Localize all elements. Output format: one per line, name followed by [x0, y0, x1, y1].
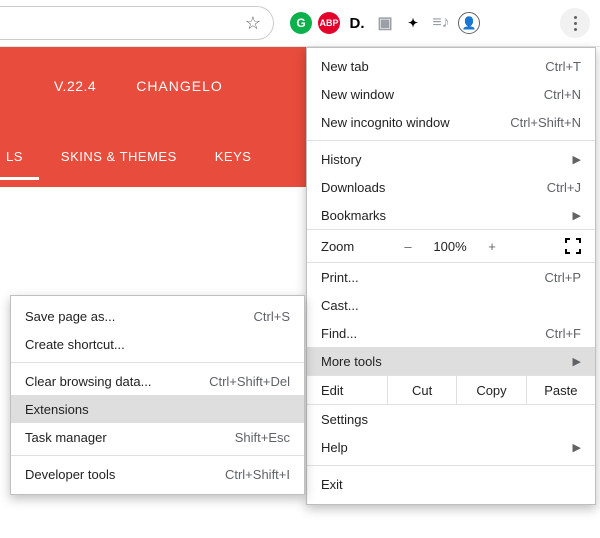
chrome-menu-button[interactable]: [560, 8, 590, 38]
reading-list-icon[interactable]: ≡♪: [430, 12, 452, 34]
menu-new-window[interactable]: New windowCtrl+N: [307, 80, 595, 108]
menu-separator: [11, 455, 304, 456]
menu-downloads[interactable]: DownloadsCtrl+J: [307, 173, 595, 201]
menu-cast[interactable]: Cast...: [307, 291, 595, 319]
edit-copy[interactable]: Copy: [456, 376, 525, 404]
grammarly-icon[interactable]: G: [290, 12, 312, 34]
chevron-right-icon: ▶: [573, 441, 581, 454]
omnibox[interactable]: ☆: [0, 6, 274, 40]
tab-keys[interactable]: KEYS: [213, 143, 254, 170]
adblock-plus-icon[interactable]: ABP: [318, 12, 340, 34]
edit-cut[interactable]: Cut: [387, 376, 456, 404]
kebab-icon: [574, 14, 577, 32]
menu-bookmarks[interactable]: Bookmarks▶: [307, 201, 595, 229]
version-text: V.22.4: [54, 78, 96, 94]
menu-zoom-row: Zoom – 100% +: [307, 229, 595, 263]
menu-settings[interactable]: Settings: [307, 405, 595, 433]
fullscreen-icon[interactable]: [565, 238, 581, 254]
browser-toolbar: ☆ G ABP D. ▣ ✦ ≡♪ 👤: [0, 0, 600, 47]
menu-print[interactable]: Print...Ctrl+P: [307, 263, 595, 291]
menu-edit-row: Edit Cut Copy Paste: [307, 375, 595, 405]
tab-skins[interactable]: SKINS & THEMES: [59, 143, 179, 170]
submenu-save-page[interactable]: Save page as...Ctrl+S: [11, 302, 304, 330]
chevron-right-icon: ▶: [573, 153, 581, 166]
submenu-developer-tools[interactable]: Developer toolsCtrl+Shift+I: [11, 460, 304, 488]
changelog-link[interactable]: CHANGELO: [136, 78, 223, 94]
submenu-clear-data[interactable]: Clear browsing data...Ctrl+Shift+Del: [11, 367, 304, 395]
tab-left[interactable]: LS: [4, 143, 25, 170]
chevron-right-icon: ▶: [573, 209, 581, 222]
d-extension-icon[interactable]: D.: [346, 12, 368, 34]
more-tools-submenu: Save page as...Ctrl+S Create shortcut...…: [10, 295, 305, 495]
menu-separator: [307, 140, 595, 141]
extensions-puzzle-icon[interactable]: ✦: [402, 12, 424, 34]
menu-separator: [11, 362, 304, 363]
zoom-in-button[interactable]: +: [475, 239, 509, 254]
zoom-value: 100%: [425, 239, 475, 254]
page-content: V.22.4 CHANGELO LS SKINS & THEMES KEYS: [0, 47, 334, 187]
menu-separator: [307, 465, 595, 466]
submenu-task-manager[interactable]: Task managerShift+Esc: [11, 423, 304, 451]
menu-new-incognito[interactable]: New incognito windowCtrl+Shift+N: [307, 108, 595, 136]
bookmark-star-icon[interactable]: ☆: [245, 13, 261, 34]
profile-avatar-icon[interactable]: 👤: [458, 12, 480, 34]
person-box-icon[interactable]: ▣: [374, 12, 396, 34]
menu-new-tab[interactable]: New tabCtrl+T: [307, 52, 595, 80]
edit-paste[interactable]: Paste: [526, 376, 595, 404]
zoom-label: Zoom: [321, 239, 391, 254]
chrome-main-menu: New tabCtrl+T New windowCtrl+N New incog…: [306, 47, 596, 505]
submenu-extensions[interactable]: Extensions: [11, 395, 304, 423]
menu-exit[interactable]: Exit: [307, 470, 595, 498]
chevron-right-icon: ▶: [573, 355, 581, 368]
edit-label: Edit: [307, 383, 387, 398]
submenu-create-shortcut[interactable]: Create shortcut...: [11, 330, 304, 358]
menu-help[interactable]: Help▶: [307, 433, 595, 461]
menu-find[interactable]: Find...Ctrl+F: [307, 319, 595, 347]
extension-icons: G ABP D. ▣ ✦ ≡♪ 👤: [290, 12, 480, 34]
zoom-out-button[interactable]: –: [391, 239, 425, 254]
menu-more-tools[interactable]: More tools▶: [307, 347, 595, 375]
menu-history[interactable]: History▶: [307, 145, 595, 173]
